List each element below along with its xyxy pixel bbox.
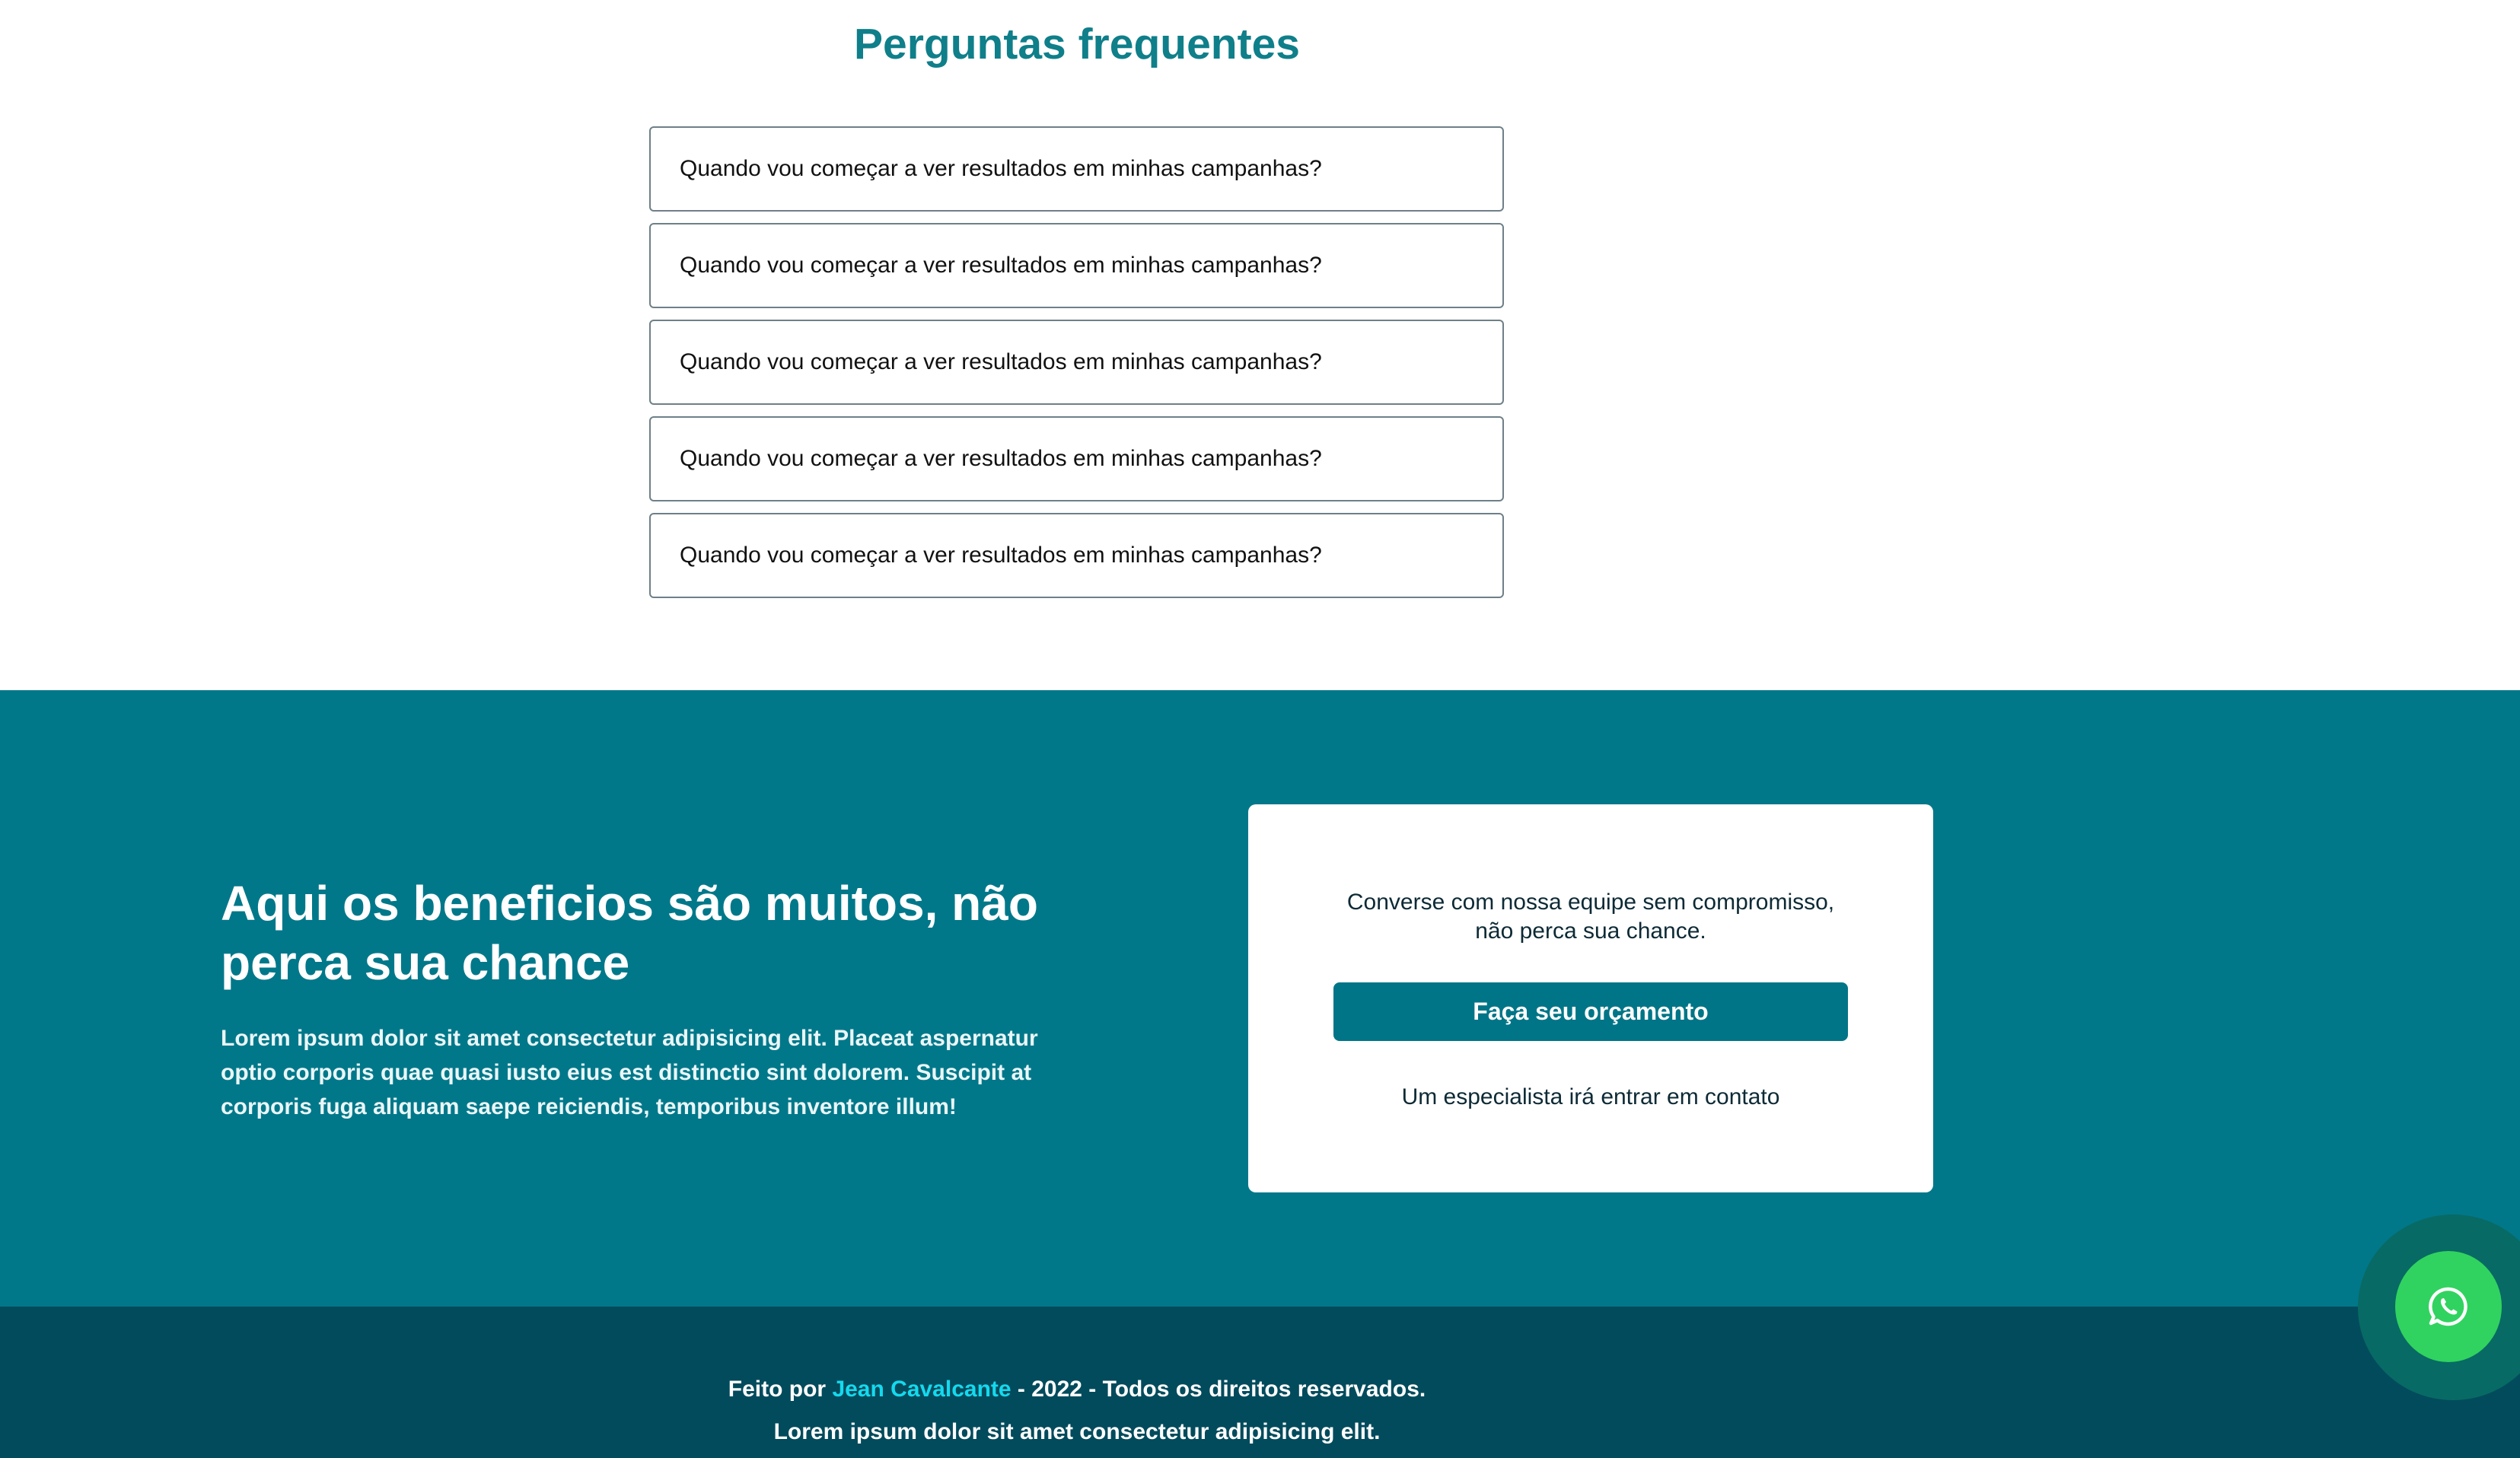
request-quote-button[interactable]: Faça seu orçamento: [1333, 982, 1848, 1041]
faq-question: Quando vou começar a ver resultados em m…: [680, 446, 1322, 471]
faq-item[interactable]: Quando vou começar a ver resultados em m…: [649, 513, 1504, 598]
footer-tagline: Lorem ipsum dolor sit amet consectetur a…: [773, 1419, 1381, 1444]
quote-card-text: Converse com nossa equipe sem compromiss…: [1248, 888, 1933, 946]
faq-question: Quando vou começar a ver resultados em m…: [680, 253, 1322, 278]
author-link[interactable]: Jean Cavalcante: [832, 1377, 1011, 1402]
faq-item[interactable]: Quando vou começar a ver resultados em m…: [649, 416, 1504, 501]
whatsapp-icon: [2429, 1287, 2467, 1326]
quote-card-text-line: não perca sua chance.: [1475, 918, 1706, 944]
quote-card-text-line: Converse com nossa equipe sem compromiss…: [1346, 890, 1835, 915]
faq-question: Quando vou começar a ver resultados em m…: [680, 349, 1322, 374]
faq-title: Perguntas frequentes: [854, 20, 1300, 68]
faq-item[interactable]: Quando vou começar a ver resultados em m…: [649, 126, 1504, 212]
faq-question: Quando vou começar a ver resultados em m…: [680, 156, 1322, 181]
footer: Feito por Jean Cavalcante - 2022 - Todos…: [0, 1307, 2520, 1458]
footer-credits-suffix: - 2022 - Todos os direitos reservados.: [1011, 1377, 1426, 1402]
cta-section: Aqui os beneficios são muitos, não perca…: [0, 690, 2520, 1307]
faq-section: Perguntas frequentes Quando vou começar …: [0, 0, 2520, 690]
cta-body-text: Lorem ipsum dolor sit amet consectetur a…: [221, 1026, 1038, 1119]
quote-card-note: Um especialista irá entrar em contato: [1401, 1084, 1780, 1109]
quote-card: Converse com nossa equipe sem compromiss…: [1248, 804, 1933, 1192]
whatsapp-button[interactable]: [2395, 1251, 2502, 1362]
cta-heading: Aqui os beneficios são muitos, não perca…: [221, 876, 1038, 990]
footer-credits: Feito por Jean Cavalcante - 2022 - Todos…: [0, 1377, 2154, 1402]
faq-question: Quando vou começar a ver resultados em m…: [680, 543, 1322, 568]
footer-credits-prefix: Feito por: [728, 1377, 833, 1402]
faq-item[interactable]: Quando vou começar a ver resultados em m…: [649, 223, 1504, 308]
faq-item[interactable]: Quando vou começar a ver resultados em m…: [649, 320, 1504, 405]
